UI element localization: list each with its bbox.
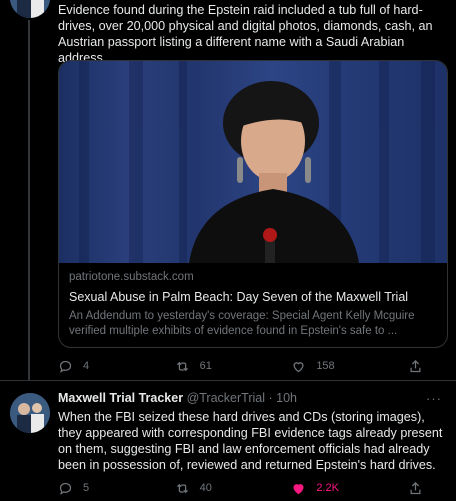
retweet-count: 40 — [199, 482, 212, 494]
retweet-button[interactable]: 61 — [175, 359, 255, 374]
like-count: 158 — [316, 360, 335, 372]
reply-icon — [59, 360, 72, 373]
action-bar: 5 40 2.2K — [58, 479, 428, 497]
avatar[interactable] — [10, 393, 50, 433]
display-name[interactable]: Maxwell Trial Tracker — [58, 391, 183, 405]
share-button[interactable] — [408, 481, 428, 496]
card-domain: patriotone.substack.com — [69, 271, 194, 283]
timestamp[interactable]: 10h — [276, 391, 297, 405]
tweet-header: Maxwell Trial Tracker @TrackerTrial · 10… — [58, 391, 448, 407]
card-title: Sexual Abuse in Palm Beach: Day Seven of… — [69, 290, 409, 304]
retweet-button[interactable]: 40 — [175, 481, 255, 496]
like-count: 2.2K — [316, 482, 339, 494]
like-button[interactable]: 158 — [291, 359, 371, 374]
retweet-count: 61 — [199, 360, 212, 372]
retweet-icon — [176, 483, 188, 493]
link-card[interactable]: patriotone.substack.com Sexual Abuse in … — [58, 60, 448, 348]
card-description: An Addendum to yesterday's coverage: Spe… — [69, 310, 415, 337]
reply-button[interactable]: 4 — [58, 359, 138, 374]
reply-count: 4 — [83, 360, 90, 372]
reply-button[interactable]: 5 — [58, 481, 138, 496]
retweet-icon — [176, 361, 188, 371]
card-image — [59, 61, 447, 263]
heart-filled-icon — [293, 483, 304, 494]
like-button[interactable]: 2.2K — [291, 481, 371, 496]
heart-icon — [293, 361, 304, 372]
user-handle[interactable]: @TrackerTrial — [187, 391, 265, 405]
avatar[interactable] — [10, 0, 50, 18]
tweet[interactable]: Maxwell Trial Tracker @TrackerTrial · 10… — [0, 380, 456, 501]
share-button[interactable] — [408, 359, 428, 374]
tweet-text: When the FBI seized these hard drives an… — [58, 410, 443, 472]
reply-icon — [59, 482, 72, 495]
tweet-text: Evidence found during the Epstein raid i… — [58, 3, 433, 65]
share-icon — [410, 359, 421, 372]
tweet[interactable]: Evidence found during the Epstein raid i… — [0, 0, 456, 380]
reply-count: 5 — [83, 482, 90, 494]
action-bar: 4 61 158 — [58, 357, 428, 375]
thread-line — [28, 20, 30, 380]
more-options-icon[interactable]: ··· — [426, 391, 442, 406]
separator: · — [268, 391, 273, 405]
share-icon — [410, 481, 421, 494]
